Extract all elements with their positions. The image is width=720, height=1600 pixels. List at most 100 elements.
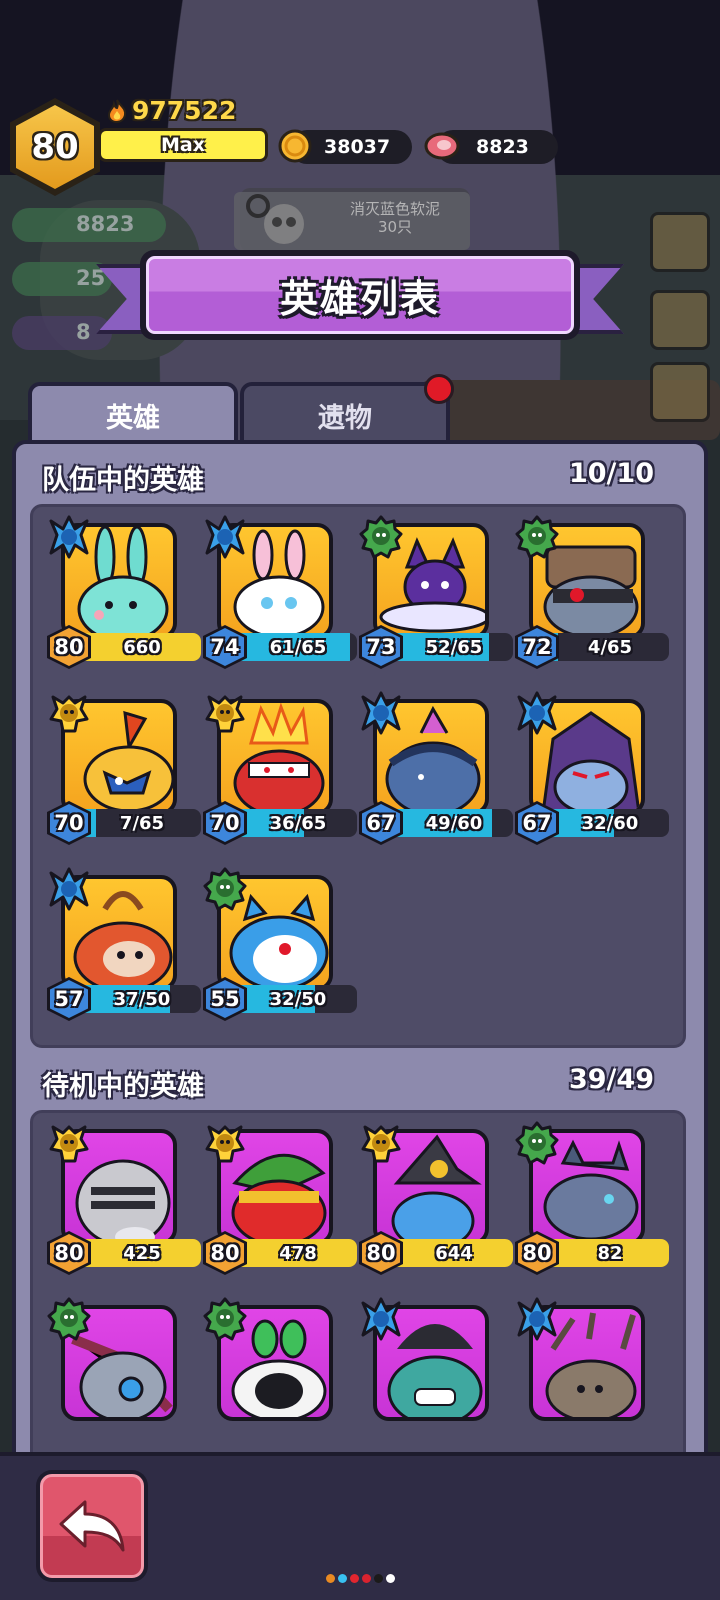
blue-star-class-icon bbox=[517, 1297, 557, 1341]
side-wood-value: 25 bbox=[76, 266, 106, 290]
hero-level: 70 bbox=[206, 804, 244, 842]
hero-class-badge bbox=[47, 515, 91, 559]
hero-card[interactable]: 82 80 bbox=[515, 1121, 675, 1281]
blue-star-class-icon bbox=[49, 515, 89, 559]
hero-card[interactable]: 425 80 bbox=[47, 1121, 207, 1281]
hero-card[interactable]: 61/65 74 bbox=[203, 515, 363, 675]
blue-star-class-icon bbox=[517, 691, 557, 735]
player-level: 80 bbox=[31, 127, 79, 167]
hero-card[interactable]: 37/50 57 bbox=[47, 867, 207, 1027]
hero-progress-text: 425 bbox=[123, 1242, 161, 1264]
hero-card[interactable]: 644 80 bbox=[359, 1121, 519, 1281]
hero-card[interactable]: 49/60 67 bbox=[359, 691, 519, 851]
cards-icon bbox=[650, 212, 710, 272]
hero-progress-text: 7/65 bbox=[119, 812, 165, 834]
hero-class-badge bbox=[203, 1297, 247, 1341]
map-icon bbox=[650, 290, 710, 350]
team-grid: 660 80 61/65 74 52/65 73 4/65 72 7/65 70 36/65 70 49… bbox=[30, 504, 686, 1048]
hero-card[interactable] bbox=[359, 1297, 519, 1457]
hero-class-badge bbox=[515, 1297, 559, 1341]
hero-card[interactable]: 4/65 72 bbox=[515, 515, 675, 675]
page-dot bbox=[338, 1574, 347, 1583]
back-button[interactable] bbox=[36, 1470, 148, 1582]
hero-progress-bar: 660 bbox=[83, 633, 201, 661]
meat-value: 8823 bbox=[476, 136, 529, 158]
gold-counter[interactable]: 38037 bbox=[278, 129, 412, 164]
hero-progress-text: 32/60 bbox=[581, 812, 639, 834]
meat-counter[interactable]: 8823 bbox=[424, 130, 558, 164]
yellow-skull-class-icon bbox=[49, 1125, 89, 1163]
hero-progress-text: 49/60 bbox=[425, 812, 483, 834]
hero-progress-text: 36/65 bbox=[269, 812, 327, 834]
hero-progress-bar: 4/65 bbox=[551, 633, 669, 661]
hero-card[interactable]: 36/65 70 bbox=[203, 691, 363, 851]
xp-bar: Max bbox=[98, 128, 268, 162]
quest-panel: 消灭蓝色软泥 30只 bbox=[234, 192, 470, 250]
hero-progress-bar: 37/50 bbox=[83, 985, 201, 1013]
hero-card[interactable]: 7/65 70 bbox=[47, 691, 207, 851]
hero-class-badge bbox=[47, 1297, 91, 1341]
hero-card[interactable]: 660 80 bbox=[47, 515, 207, 675]
hero-card[interactable]: 478 80 bbox=[203, 1121, 363, 1281]
hero-card[interactable] bbox=[515, 1297, 675, 1457]
page-dot bbox=[350, 1574, 359, 1583]
hero-progress-bar: 52/65 bbox=[395, 633, 513, 661]
hero-progress-bar: 61/65 bbox=[239, 633, 357, 661]
hero-level: 72 bbox=[518, 628, 556, 666]
hero-progress-bar: 644 bbox=[395, 1239, 513, 1267]
notification-dot bbox=[424, 374, 454, 404]
hero-progress-text: 61/65 bbox=[269, 636, 327, 658]
hero-class-badge bbox=[515, 1121, 559, 1165]
power-display: 977522 bbox=[106, 96, 236, 125]
back-arrow-icon bbox=[59, 1500, 125, 1552]
blue-star-class-icon bbox=[205, 515, 245, 559]
hero-progress-text: 52/65 bbox=[425, 636, 483, 658]
green-gear-class-icon bbox=[515, 515, 559, 559]
hero-progress-text: 660 bbox=[123, 636, 161, 658]
green-gear-class-icon bbox=[515, 1121, 559, 1165]
side-ore-value: 8 bbox=[76, 320, 91, 344]
hero-card[interactable] bbox=[47, 1297, 207, 1457]
hero-progress-bar: 49/60 bbox=[395, 809, 513, 837]
side-wood-counter: 25 bbox=[12, 262, 112, 296]
yellow-skull-class-icon bbox=[49, 695, 89, 733]
green-gear-class-icon bbox=[203, 1297, 247, 1341]
hero-card[interactable]: 32/60 67 bbox=[515, 691, 675, 851]
tab-relics-label: 遗物 bbox=[318, 402, 372, 434]
team-count: 10/10 bbox=[568, 458, 654, 489]
quest-text: 消灭蓝色软泥 30只 bbox=[349, 200, 440, 236]
page-title: 英雄列表 bbox=[279, 276, 440, 321]
hero-progress-bar: 32/60 bbox=[551, 809, 669, 837]
tab-relics[interactable]: 遗物 bbox=[240, 382, 450, 444]
hero-class-badge bbox=[47, 691, 91, 735]
green-gear-class-icon bbox=[359, 515, 403, 559]
hero-progress-text: 4/65 bbox=[587, 636, 633, 658]
hero-card[interactable]: 52/65 73 bbox=[359, 515, 519, 675]
hero-class-badge bbox=[359, 1297, 403, 1341]
xp-label: Max bbox=[161, 134, 205, 156]
hero-class-badge bbox=[203, 867, 247, 911]
page-dot bbox=[374, 1574, 383, 1583]
hero-card[interactable] bbox=[203, 1297, 363, 1457]
gold-coin-icon bbox=[278, 129, 312, 163]
hero-progress-bar: 7/65 bbox=[83, 809, 201, 837]
side-meat-counter: 8823 bbox=[12, 208, 166, 242]
hero-progress-text: 37/50 bbox=[113, 988, 171, 1010]
alert-scroll-icon bbox=[650, 362, 710, 422]
hero-level: 67 bbox=[362, 804, 400, 842]
hero-class-badge bbox=[47, 1121, 91, 1165]
hero-class-badge bbox=[359, 515, 403, 559]
hero-progress-text: 32/50 bbox=[269, 988, 327, 1010]
page-dot bbox=[326, 1574, 335, 1583]
tab-heroes[interactable]: 英雄 bbox=[28, 382, 238, 444]
hero-card[interactable]: 32/50 55 bbox=[203, 867, 363, 1027]
power-value: 977522 bbox=[132, 96, 237, 125]
hero-progress-bar: 478 bbox=[239, 1239, 357, 1267]
blue-star-class-icon bbox=[361, 1297, 401, 1341]
side-meat-value: 8823 bbox=[76, 212, 135, 236]
hero-class-badge bbox=[515, 515, 559, 559]
hero-level: 73 bbox=[362, 628, 400, 666]
gold-value: 38037 bbox=[324, 136, 391, 158]
hero-level: 67 bbox=[518, 804, 556, 842]
hero-level: 80 bbox=[50, 628, 88, 666]
